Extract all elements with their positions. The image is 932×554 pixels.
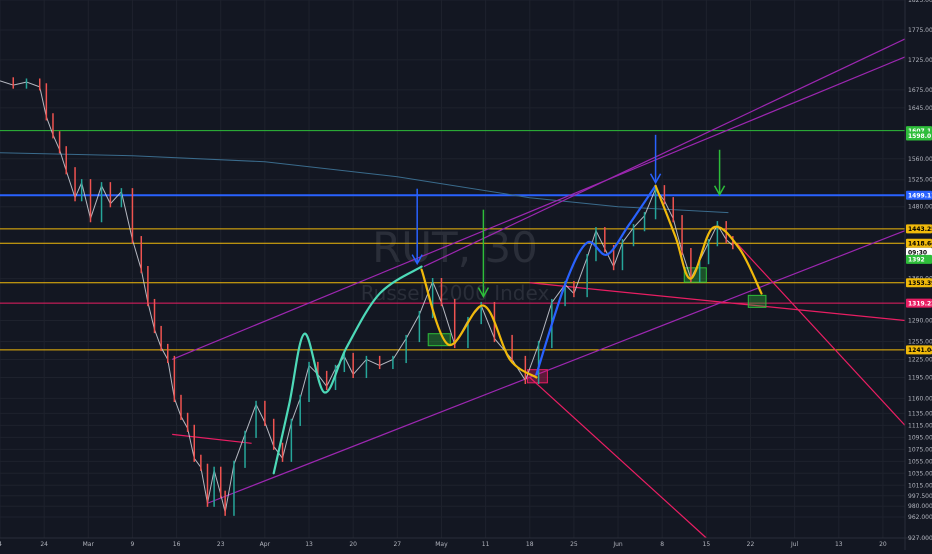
- x-tick-label-15: 8: [660, 541, 664, 548]
- y-tick-label-4: 1645.000: [908, 105, 932, 112]
- y-tick-label-6: 1525.000: [908, 177, 932, 184]
- y-tick-label-5: 1560.000: [908, 156, 932, 163]
- y-tick-label-12: 1195.000: [908, 374, 932, 381]
- watermark-symbol: RUT, 30: [372, 223, 538, 272]
- x-tick-label-3: 9: [131, 541, 135, 548]
- y-tick-label-0: 1825.000: [908, 0, 932, 4]
- x-tick-label-0: 4: [0, 541, 2, 548]
- x-tick-label-19: 13: [835, 541, 843, 548]
- x-tick-label-8: 20: [349, 541, 357, 548]
- y-tick-label-11: 1225.000: [908, 356, 932, 363]
- x-tick-label-16: 15: [703, 541, 711, 548]
- x-tick-label-11: 11: [482, 541, 490, 548]
- price-chart[interactable]: RUT, 30 Russell 2000 Index 1825.000 1775.…: [0, 0, 932, 550]
- y-tick-label-1: 1775.000: [908, 27, 932, 34]
- x-tick-label-9: 27: [393, 541, 401, 548]
- watermark: RUT, 30 Russell 2000 Index: [361, 223, 550, 305]
- price-tag-label-2: 1499.117: [908, 193, 932, 200]
- y-tick-label-14: 1135.000: [908, 410, 932, 417]
- x-tick-label-18: Jul: [790, 541, 799, 548]
- x-tick-label-5: 23: [217, 541, 225, 548]
- price-tag-label-3: 1443.252: [908, 226, 932, 233]
- y-tick-label-2: 1725.000: [908, 57, 932, 64]
- price-tag-label-8: 1319.224: [908, 300, 932, 307]
- price-tag-label-9: 1241.042: [908, 347, 932, 354]
- y-tick-label-3: 1675.000: [908, 87, 932, 94]
- x-tick-label-1: 24: [40, 541, 48, 548]
- x-tick-label-6: Apr: [260, 541, 271, 548]
- y-tick-label-23: 962.000: [908, 514, 932, 521]
- x-tick-label-14: Jun: [612, 541, 623, 548]
- y-tick-label-20: 1015.000: [908, 482, 932, 489]
- x-tick-label-17: 22: [747, 541, 755, 548]
- x-tick-label-12: 18: [526, 541, 534, 548]
- y-tick-label-17: 1075.000: [908, 446, 932, 453]
- y-tick-label-15: 1115.000: [908, 422, 932, 429]
- x-tick-label-4: 16: [173, 541, 181, 548]
- y-tick-label-7: 1480.000: [908, 204, 932, 211]
- y-tick-label-13: 1160.000: [908, 395, 932, 402]
- x-tick-label-20: 20: [879, 541, 887, 548]
- price-tag-label-1: 1598.0: [908, 133, 931, 140]
- x-tick-label-2: Mar: [83, 541, 95, 548]
- y-tick-label-18: 1055.000: [908, 458, 932, 465]
- price-tag-label-7: 1353.391: [908, 280, 932, 287]
- y-tick-label-19: 1035.000: [908, 470, 932, 477]
- y-tick-label-22: 980.000: [908, 503, 932, 510]
- y-tick-label-16: 1095.000: [908, 434, 932, 441]
- x-tick-label-13: 25: [570, 541, 578, 548]
- y-tick-label-24: 927.000: [908, 535, 932, 542]
- x-tick-label-10: May: [435, 541, 448, 548]
- y-tick-label-9: 1290.000: [908, 318, 932, 325]
- price-tag-label-6: 1392: [908, 257, 925, 264]
- x-tick-label-7: 13: [305, 541, 313, 548]
- chart-container[interactable]: RUT, 30 Russell 2000 Index 1825.000 1775.…: [0, 0, 932, 550]
- y-tick-label-21: 997.500: [908, 493, 932, 500]
- highlight-box-3[interactable]: [747, 294, 767, 308]
- y-tick-label-10: 1255.000: [908, 338, 932, 345]
- price-tag-label-4: 1418.640: [908, 240, 932, 247]
